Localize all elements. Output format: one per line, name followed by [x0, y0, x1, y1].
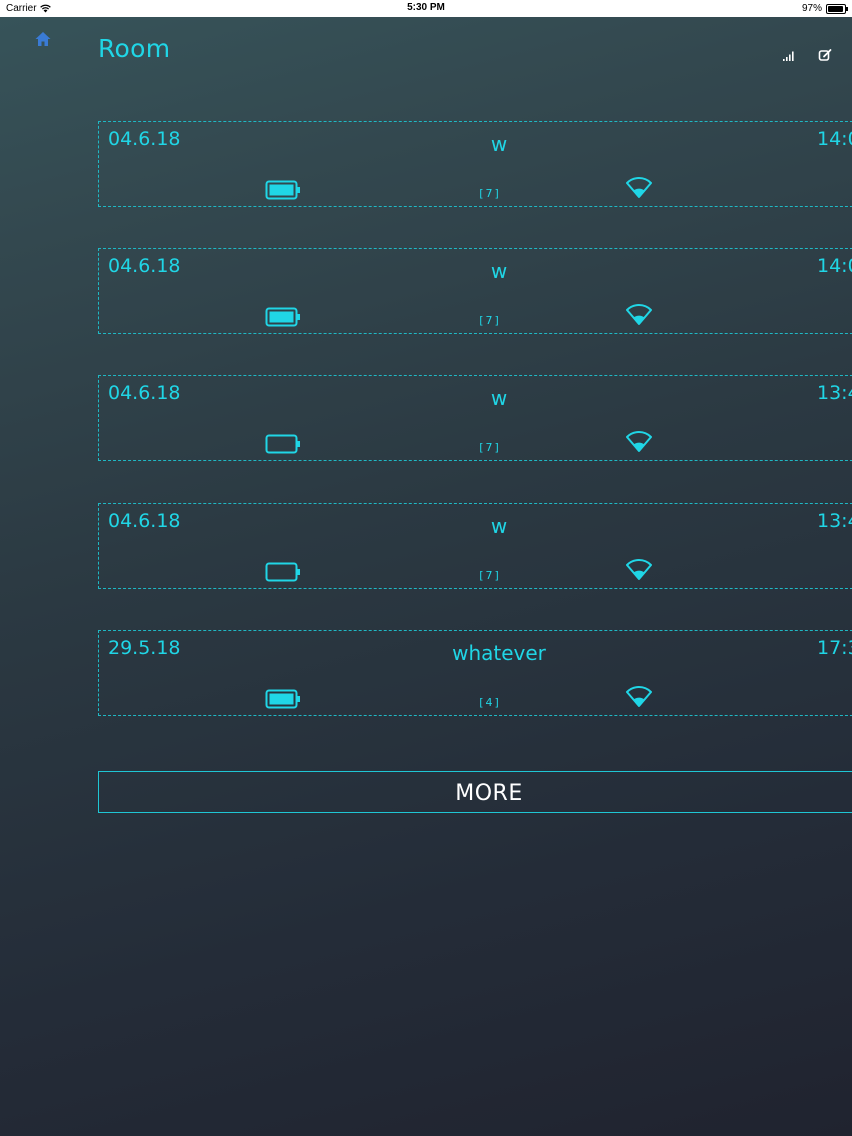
battery-full-icon	[265, 307, 300, 327]
entry-time: 13:4	[817, 510, 852, 532]
list-item[interactable]: 04.6.18 w 14:0 [7]	[98, 248, 852, 334]
battery-full-icon	[265, 180, 300, 200]
status-bar-right: 97%	[801, 3, 848, 14]
wifi-icon	[626, 686, 652, 707]
wifi-icon	[626, 559, 652, 580]
entry-name: whatever	[452, 641, 546, 665]
entry-count: [7]	[479, 569, 501, 582]
entry-count: [7]	[479, 314, 501, 327]
entry-date: 29.5.18	[108, 637, 181, 659]
entry-time: 13:4	[817, 382, 852, 404]
entry-count: [7]	[479, 441, 501, 454]
entry-time: 14:0	[817, 255, 852, 277]
entry-date: 04.6.18	[108, 382, 181, 404]
wifi-icon	[626, 177, 652, 198]
battery-percent: 97%	[801, 3, 822, 14]
status-bar-time: 5:30 PM	[407, 2, 445, 13]
entry-date: 04.6.18	[108, 128, 181, 150]
entry-date: 04.6.18	[108, 510, 181, 532]
list-item[interactable]: 29.5.18 whatever 17:3 [4]	[98, 630, 852, 716]
wifi-icon	[626, 431, 652, 452]
battery-status-icon	[826, 3, 848, 14]
entry-time: 17:3	[817, 637, 852, 659]
entry-count: [7]	[479, 187, 501, 200]
entry-time: 14:0	[817, 128, 852, 150]
list-item[interactable]: 04.6.18 w 13:4 [7]	[98, 503, 852, 589]
list-item[interactable]: 04.6.18 w 14:0 [7]	[98, 121, 852, 207]
entry-date: 04.6.18	[108, 255, 181, 277]
entry-name: w	[490, 132, 508, 156]
entry-name: w	[490, 514, 508, 538]
signal-icon[interactable]	[782, 50, 794, 62]
status-bar: Carrier 5:30 PM 97%	[0, 0, 852, 17]
wifi-icon	[626, 304, 652, 325]
home-icon[interactable]	[34, 30, 52, 48]
more-button-label: MORE	[455, 781, 523, 806]
entry-name: w	[490, 386, 508, 410]
entry-name: w	[490, 259, 508, 283]
page-title: Room	[98, 34, 171, 63]
list-item[interactable]: 04.6.18 w 13:4 [7]	[98, 375, 852, 461]
entry-count: [4]	[479, 696, 501, 709]
battery-empty-icon	[265, 434, 300, 454]
battery-empty-icon	[265, 562, 300, 582]
more-button[interactable]: MORE	[98, 771, 852, 813]
battery-full-icon	[265, 689, 300, 709]
edit-icon[interactable]	[818, 48, 832, 62]
